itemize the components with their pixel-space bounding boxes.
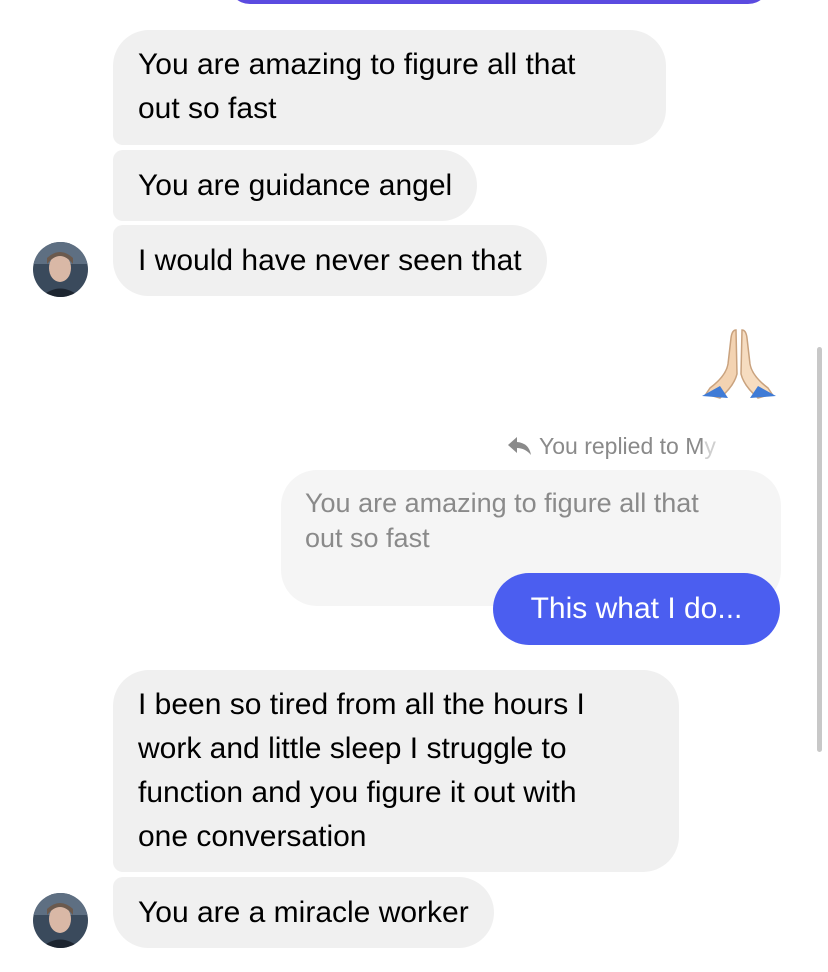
previous-sent-message-bubble[interactable] [228,0,770,4]
message-text: You are a miracle worker [138,896,469,929]
contact-avatar[interactable] [33,893,88,948]
chat-thread: You are amazing to figure all that out s… [0,0,828,972]
incoming-message-bubble[interactable]: You are amazing to figure all that out s… [113,30,666,145]
incoming-message-bubble[interactable]: You are a miracle worker [113,877,494,948]
message-text-line: one conversation [138,820,367,853]
message-text: You are guidance angel [138,169,453,202]
reply-context-text-faded: y [704,433,716,459]
quoted-text-line: You are amazing to figure all that [305,488,699,518]
message-text-line: function and you figure it out with [138,776,577,809]
folded-hands-emoji-icon[interactable] [700,324,778,402]
outgoing-message-bubble[interactable]: This what I do... [493,573,780,645]
message-text: This what I do... [530,592,743,625]
message-text-line: I been so tired from all the hours I [138,688,585,721]
message-text-line: work and little sleep I struggle to [138,732,567,765]
contact-avatar[interactable] [33,242,88,297]
incoming-message-bubble[interactable]: I been so tired from all the hours I wor… [113,670,679,872]
quoted-text-line: out so fast [305,523,430,553]
message-text-line: out so fast [138,92,277,125]
message-text-line: You are amazing to figure all that [138,48,576,81]
incoming-message-bubble[interactable]: You are guidance angel [113,150,478,221]
reply-context-header: You replied to My [507,430,716,462]
incoming-message-bubble[interactable]: I would have never seen that [113,225,547,296]
reply-arrow-icon [508,437,531,455]
reply-context-text: You replied to M [539,433,705,459]
message-text: I would have never seen that [138,244,522,277]
scrollbar[interactable] [817,347,822,752]
